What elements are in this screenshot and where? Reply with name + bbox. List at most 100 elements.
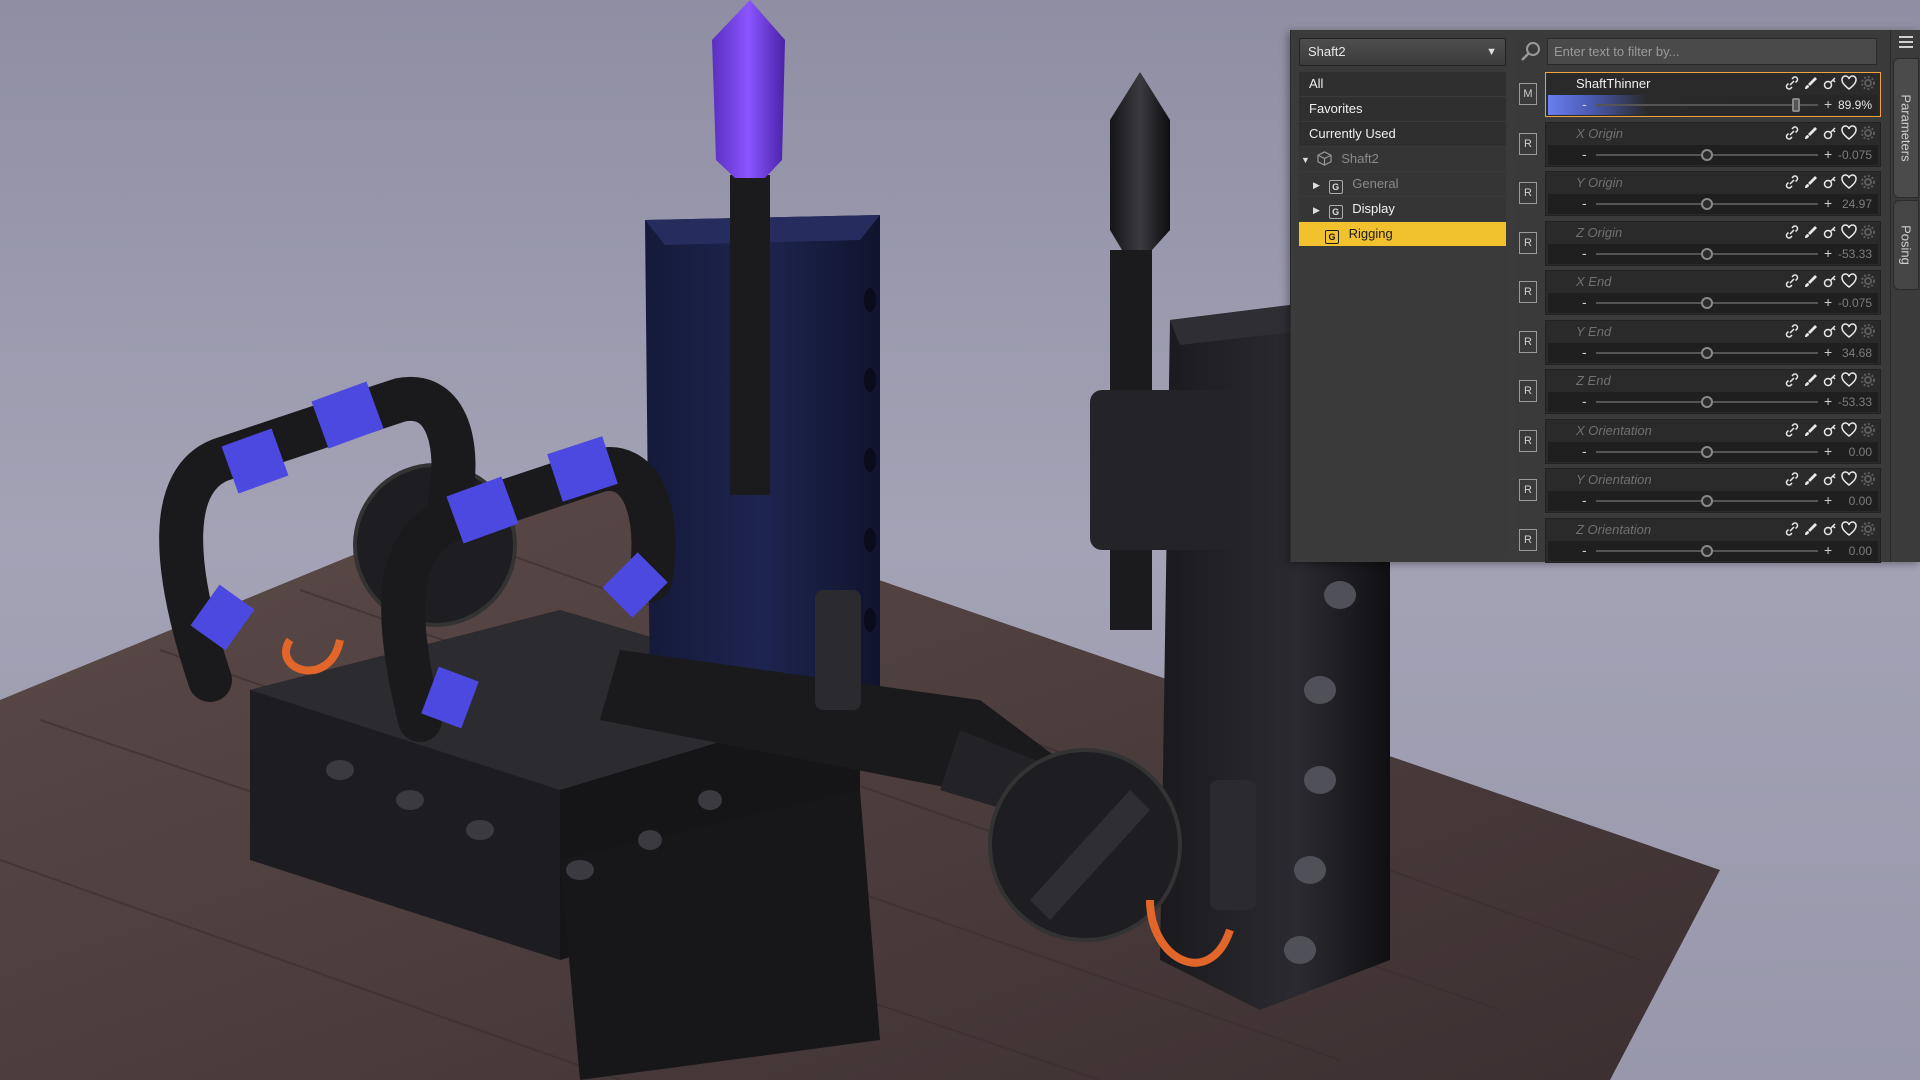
link-icon[interactable] <box>1784 174 1800 190</box>
brush-icon[interactable] <box>1803 174 1819 190</box>
parameter-mode-indicator[interactable]: R <box>1519 132 1537 155</box>
brush-icon[interactable] <box>1803 75 1819 91</box>
parameter-mode-indicator[interactable]: R <box>1519 330 1537 353</box>
favorite-heart-icon[interactable] <box>1841 223 1857 240</box>
parameter-slider[interactable]: - + 24.97 <box>1548 194 1878 214</box>
gear-icon[interactable] <box>1860 471 1876 487</box>
increment-button[interactable]: + <box>1824 95 1832 113</box>
parameter-mode-indicator[interactable]: R <box>1519 479 1537 501</box>
increment-button[interactable]: + <box>1824 343 1832 361</box>
parameter-slider-card[interactable]: Z Origin - + -53.33 <box>1545 220 1881 266</box>
parameter-slider[interactable]: - + -0.075 <box>1548 144 1878 165</box>
link-icon[interactable] <box>1784 521 1800 537</box>
parameter-slider-card[interactable]: X Origin - + -0.075 <box>1545 121 1881 167</box>
decrement-button[interactable]: - <box>1582 392 1587 410</box>
parameter-value[interactable]: -53.33 <box>1838 392 1872 412</box>
slider-knob[interactable] <box>1701 198 1713 210</box>
decrement-button[interactable]: - <box>1582 343 1587 361</box>
slider-knob[interactable] <box>1701 297 1713 309</box>
increment-button[interactable]: + <box>1824 293 1832 311</box>
increment-button[interactable]: + <box>1824 541 1832 559</box>
parameter-value[interactable]: -0.075 <box>1838 293 1872 313</box>
increment-button[interactable]: + <box>1824 145 1832 163</box>
increment-button[interactable]: + <box>1824 392 1832 410</box>
gear-icon[interactable] <box>1860 224 1876 240</box>
parameter-value[interactable]: 24.97 <box>1842 194 1872 214</box>
increment-button[interactable]: + <box>1824 244 1832 262</box>
gear-icon[interactable] <box>1860 75 1876 91</box>
parameter-value[interactable]: -53.33 <box>1838 244 1872 264</box>
brush-icon[interactable] <box>1803 273 1819 289</box>
link-icon[interactable] <box>1784 125 1800 141</box>
gear-icon[interactable] <box>1860 273 1876 289</box>
decrement-button[interactable]: - <box>1582 491 1587 509</box>
parameter-slider[interactable]: - + 0.00 <box>1548 540 1878 561</box>
gear-icon[interactable] <box>1860 323 1876 339</box>
group-item-favorites[interactable]: Favorites <box>1299 97 1506 121</box>
link-icon[interactable] <box>1784 224 1800 240</box>
parameter-value[interactable]: 0.00 <box>1849 442 1872 462</box>
link-icon[interactable] <box>1784 75 1800 91</box>
brush-icon[interactable] <box>1803 372 1819 388</box>
decrement-button[interactable]: - <box>1582 442 1587 460</box>
chain-key-icon[interactable] <box>1822 521 1838 537</box>
parameter-slider[interactable]: - + 89.9% <box>1548 95 1878 115</box>
chain-key-icon[interactable] <box>1822 372 1838 388</box>
group-item-rigging[interactable]: G Rigging <box>1299 222 1506 246</box>
gear-icon[interactable] <box>1860 422 1876 438</box>
parameter-value[interactable]: 0.00 <box>1849 541 1872 561</box>
parameter-value[interactable]: 34.68 <box>1842 343 1872 363</box>
slider-knob[interactable] <box>1701 445 1713 458</box>
parameter-slider-card[interactable]: X End - + -0.075 <box>1545 270 1881 315</box>
gear-icon[interactable] <box>1860 174 1876 190</box>
pane-menu-icon[interactable] <box>1897 34 1915 50</box>
link-icon[interactable] <box>1784 422 1800 438</box>
parameter-slider-card[interactable]: X Orientation - + 0.00 <box>1545 418 1881 464</box>
group-item-display[interactable]: ▶ G Display <box>1299 197 1506 221</box>
slider-knob[interactable] <box>1791 98 1800 112</box>
increment-button[interactable]: + <box>1824 491 1832 509</box>
tab-parameters[interactable]: Parameters <box>1893 58 1919 198</box>
decrement-button[interactable]: - <box>1582 194 1587 212</box>
group-item-node[interactable]: ▼ Shaft2 <box>1299 147 1506 171</box>
brush-icon[interactable] <box>1803 224 1819 240</box>
slider-knob[interactable] <box>1701 495 1713 507</box>
decrement-button[interactable]: - <box>1582 293 1587 311</box>
gear-icon[interactable] <box>1860 125 1876 141</box>
slider-knob[interactable] <box>1701 148 1713 161</box>
parameter-slider[interactable]: - + -53.33 <box>1548 243 1878 264</box>
chain-key-icon[interactable] <box>1822 224 1838 240</box>
decrement-button[interactable]: - <box>1582 541 1587 559</box>
decrement-button[interactable]: - <box>1582 145 1587 163</box>
link-icon[interactable] <box>1784 372 1800 388</box>
expand-right-icon[interactable]: ▶ <box>1313 198 1325 222</box>
parameter-mode-indicator[interactable]: R <box>1519 281 1537 303</box>
parameter-mode-indicator[interactable]: R <box>1519 231 1537 254</box>
decrement-button[interactable]: - <box>1582 244 1587 262</box>
parameter-slider-card[interactable]: Z Orientation - + 0.00 <box>1545 517 1881 563</box>
slider-knob[interactable] <box>1701 346 1713 359</box>
increment-button[interactable]: + <box>1824 194 1832 212</box>
parameter-slider-card[interactable]: Y End - + 34.68 <box>1545 319 1881 365</box>
slider-knob[interactable] <box>1701 396 1713 408</box>
parameter-mode-indicator[interactable]: R <box>1519 528 1537 551</box>
chain-key-icon[interactable] <box>1822 323 1838 339</box>
brush-icon[interactable] <box>1803 521 1819 537</box>
brush-icon[interactable] <box>1803 422 1819 438</box>
favorite-heart-icon[interactable] <box>1841 124 1857 141</box>
link-icon[interactable] <box>1784 273 1800 289</box>
parameter-slider-card[interactable]: Y Orientation - + 0.00 <box>1545 468 1881 513</box>
decrement-button[interactable]: - <box>1582 95 1587 113</box>
gear-icon[interactable] <box>1860 521 1876 537</box>
parameter-filter-input[interactable] <box>1547 38 1877 65</box>
link-icon[interactable] <box>1784 471 1800 487</box>
brush-icon[interactable] <box>1803 323 1819 339</box>
slider-track[interactable] <box>1596 104 1818 106</box>
parameter-slider[interactable]: - + -53.33 <box>1548 392 1878 412</box>
parameter-slider[interactable]: - + -0.075 <box>1548 293 1878 313</box>
chain-key-icon[interactable] <box>1822 422 1838 438</box>
chain-key-icon[interactable] <box>1822 125 1838 141</box>
chain-key-icon[interactable] <box>1822 75 1838 91</box>
favorite-heart-icon[interactable] <box>1841 174 1857 190</box>
favorite-heart-icon[interactable] <box>1841 421 1857 438</box>
